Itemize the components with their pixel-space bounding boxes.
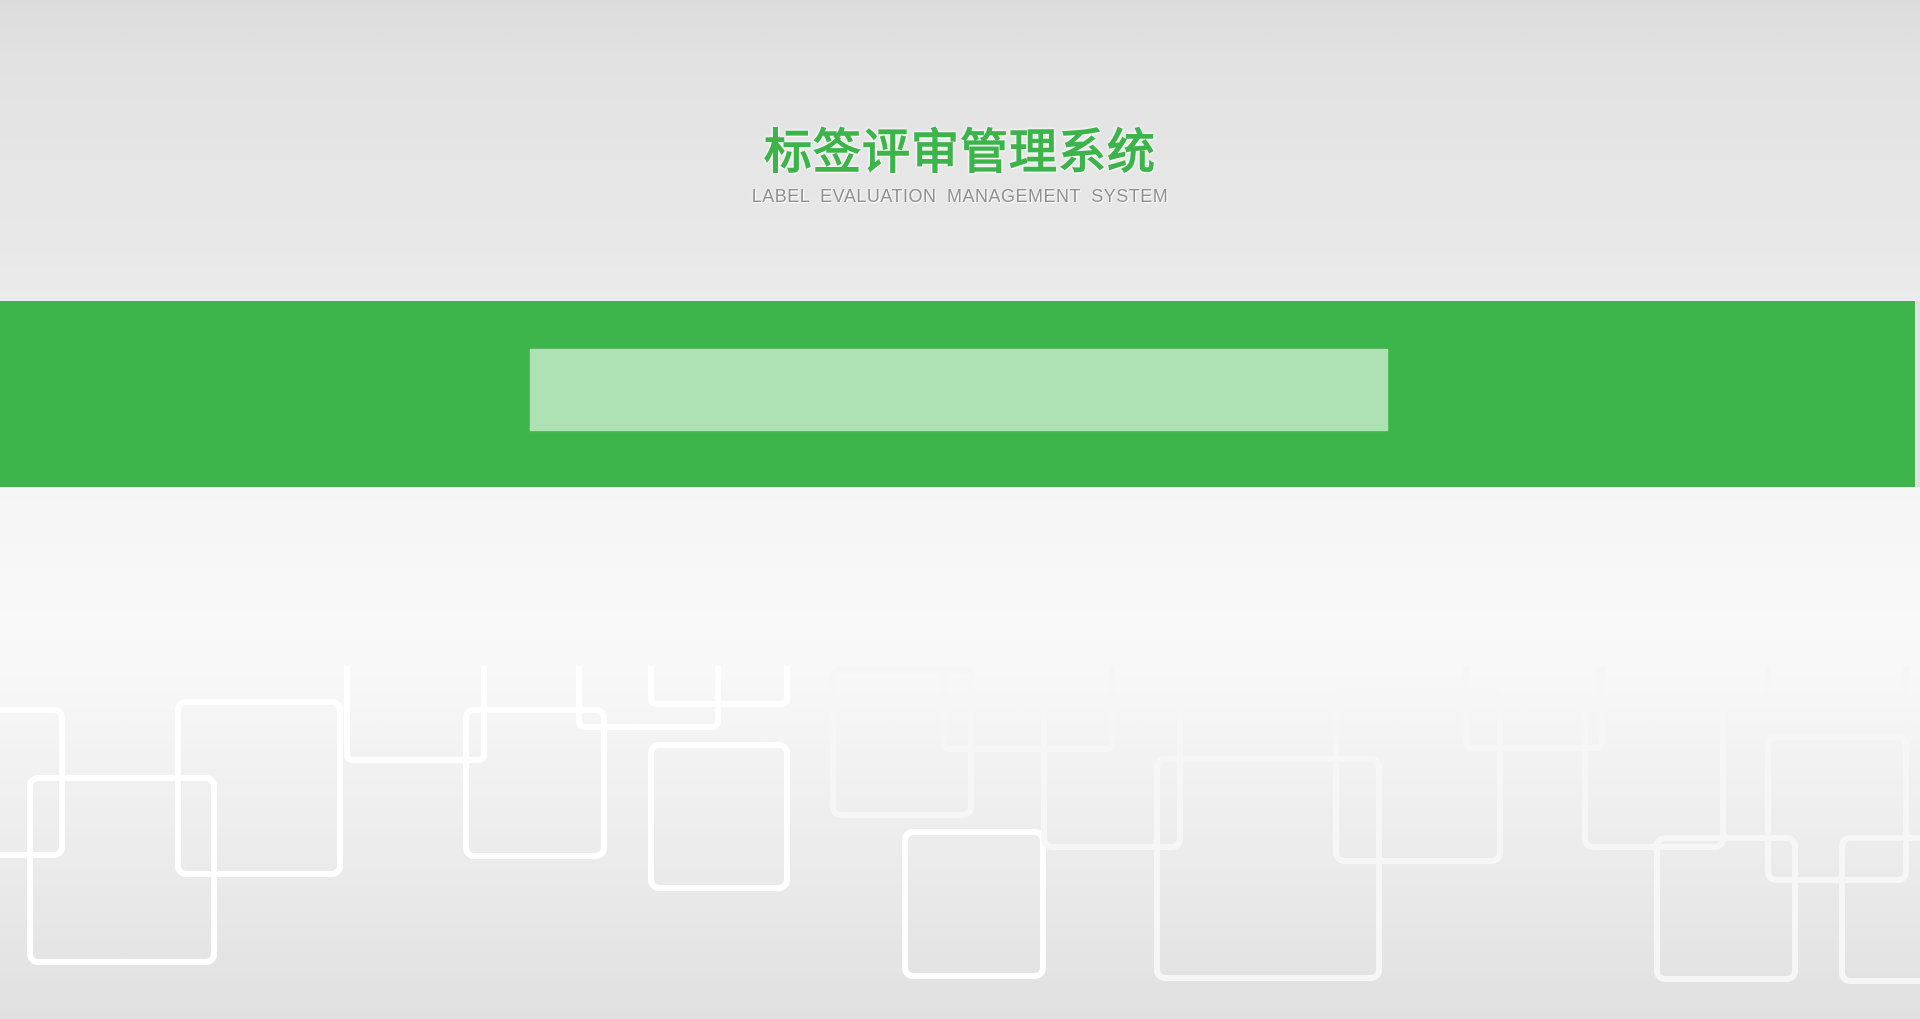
pattern-square: [1154, 756, 1382, 981]
pattern-square: [1654, 835, 1798, 982]
login-page: 标签评审管理系统 LABEL EVALUATION MANAGEMENT SYS…: [0, 0, 1920, 1019]
pattern-square: [1463, 666, 1605, 751]
pattern-square: [1582, 699, 1726, 850]
pattern-square: [27, 775, 217, 965]
pattern-square: [1765, 734, 1909, 883]
pattern-square: [175, 699, 343, 877]
pattern-square: [648, 742, 790, 891]
pattern-square: [902, 829, 1046, 979]
pattern-square: [1765, 666, 1909, 698]
square-pattern-decoration: [0, 666, 1920, 984]
pattern-square: [830, 667, 974, 818]
pattern-square: [1333, 687, 1503, 864]
